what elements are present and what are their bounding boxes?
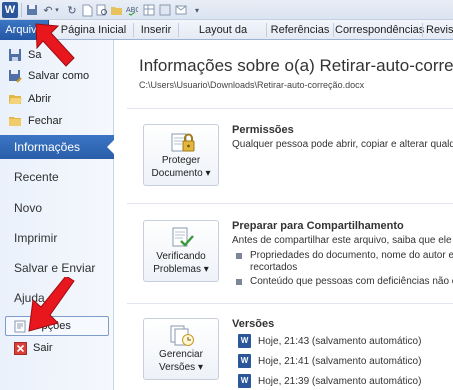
protect-document-line1: Proteger: [161, 155, 201, 166]
open-command[interactable]: Abrir: [8, 90, 51, 108]
exit-command[interactable]: Sair: [14, 339, 53, 357]
redo-icon[interactable]: ↻: [65, 2, 79, 18]
bullet-text-line1: Propriedades do documento, nome do autor…: [250, 250, 453, 261]
protect-document-label: Proteger Documento ▾: [144, 154, 218, 180]
info-panel: Informações sobre o(a) Retirar-auto-corr…: [115, 40, 453, 390]
backstage-nav: Sa Salvar como Abrir Fechar Informações …: [0, 40, 115, 390]
options-command[interactable]: Opções: [14, 317, 71, 335]
options-icon: [14, 320, 27, 333]
nav-item-novo[interactable]: Novo: [0, 196, 114, 220]
bullet: [236, 253, 242, 259]
divider: [127, 303, 453, 304]
permissions-text: Qualquer pessoa pode abrir, copiar e alt…: [232, 139, 453, 150]
close-command-label: Fechar: [28, 115, 63, 127]
save-as-icon: [8, 69, 22, 83]
open-command-label: Abrir: [28, 93, 52, 105]
tab-inserir[interactable]: Inserir: [135, 20, 177, 40]
tab-referencias[interactable]: Referências: [268, 20, 332, 40]
version-label: Hoje, 21:39 (salvamento automático): [258, 375, 422, 387]
tab-pagina-inicial[interactable]: Página Inicial: [55, 20, 132, 40]
title-bar: W ↶ ▾ ↻ ABC ▾: [0, 0, 453, 20]
close-command[interactable]: Fechar: [8, 112, 62, 130]
check-for-issues-line2: Problemas ▾: [153, 264, 209, 275]
bullet-text: Conteúdo que pessoas com deficiências nã…: [250, 276, 453, 287]
tab-correspondencias[interactable]: Correspondências: [335, 20, 424, 40]
options-command-label: Opções: [33, 320, 71, 332]
divider: [127, 203, 453, 204]
bullet-text: Propriedades do documento, nome do autor…: [250, 250, 453, 274]
versions-heading: Versões: [232, 318, 275, 330]
manage-versions-button[interactable]: Gerenciar Versões ▾: [143, 318, 219, 380]
bullet: [236, 279, 242, 285]
envelope-icon[interactable]: [174, 2, 188, 18]
nav-item-recente[interactable]: Recente: [0, 165, 114, 189]
tab-separator: [266, 23, 267, 37]
nav-item-informacoes[interactable]: Informações: [0, 135, 115, 159]
version-item[interactable]: W Hoje, 21:41 (salvamento automático): [238, 353, 421, 369]
lock-icon: [169, 131, 195, 153]
save-icon: [8, 48, 22, 62]
nav-item-ajuda[interactable]: Ajuda: [0, 286, 114, 310]
version-label: Hoje, 21:43 (salvamento automático): [258, 335, 422, 347]
versions-icon: [169, 325, 195, 347]
save-command[interactable]: Sa: [8, 46, 41, 64]
tab-separator: [333, 23, 334, 37]
save-icon[interactable]: [25, 2, 39, 18]
manage-versions-line1: Gerenciar: [159, 349, 203, 360]
version-label: Hoje, 21:41 (salvamento automático): [258, 355, 422, 367]
spelling-icon[interactable]: ABC: [125, 2, 139, 18]
chevron-down-icon[interactable]: ▾: [53, 2, 61, 18]
manage-versions-label: Gerenciar Versões ▾: [144, 348, 218, 374]
word-document-icon: W: [238, 374, 251, 388]
nav-item-salvar-e-enviar[interactable]: Salvar e Enviar: [0, 256, 114, 280]
check-document-icon: [169, 227, 195, 249]
save-command-label: Sa: [28, 49, 42, 61]
format-icon[interactable]: [158, 2, 172, 18]
bullet-text-line2: recortados: [250, 262, 298, 273]
protect-document-button[interactable]: Proteger Documento ▾: [143, 124, 219, 186]
open-folder-icon: [8, 92, 22, 106]
ribbon-tabs: Arquivo Página Inicial Inserir Layout da…: [0, 20, 453, 56]
toolbar-separator: [21, 3, 22, 17]
tab-layout-da-pagina[interactable]: Layout da Página: [181, 20, 265, 56]
open-icon[interactable]: [110, 2, 124, 18]
tab-arquivo[interactable]: Arquivo: [0, 20, 49, 40]
word-document-icon: W: [238, 334, 251, 348]
tab-separator: [422, 23, 423, 37]
save-as-command[interactable]: Salvar como: [8, 67, 89, 85]
print-preview-icon[interactable]: [95, 2, 109, 18]
tab-separator: [133, 23, 134, 37]
check-for-issues-label: Verificando Problemas ▾: [144, 250, 218, 276]
save-as-command-label: Salvar como: [28, 70, 90, 82]
permissions-heading: Permissões: [232, 124, 294, 136]
manage-versions-line2: Versões ▾: [159, 362, 203, 373]
version-item[interactable]: W Hoje, 21:39 (salvamento automático): [238, 373, 421, 389]
word-logo-icon[interactable]: W: [2, 2, 18, 18]
exit-command-label: Sair: [33, 342, 53, 354]
page-title: Informações sobre o(a) Retirar-auto-corr…: [139, 56, 453, 75]
version-item[interactable]: W Hoje, 21:43 (salvamento automático): [238, 333, 421, 349]
file-path: C:\Users\Usuario\Downloads\Retirar-auto-…: [139, 80, 365, 90]
new-doc-icon[interactable]: [80, 2, 94, 18]
exit-icon: [14, 341, 27, 355]
tab-revisao[interactable]: Revisão: [426, 20, 453, 40]
draw-table-icon[interactable]: [142, 2, 156, 18]
close-folder-icon: [8, 114, 22, 128]
divider: [127, 108, 453, 109]
prepare-sharing-heading: Preparar para Compartilhamento: [232, 220, 404, 232]
word-document-icon: W: [238, 354, 251, 368]
check-for-issues-button[interactable]: Verificando Problemas ▾: [143, 220, 219, 282]
svg-text:ABC: ABC: [126, 7, 138, 14]
protect-document-line2: Documento ▾: [151, 168, 211, 179]
check-for-issues-line1: Verificando: [156, 251, 206, 262]
tab-separator: [178, 23, 179, 37]
nav-item-imprimir[interactable]: Imprimir: [0, 226, 114, 250]
customize-menu-icon[interactable]: ▾: [190, 2, 204, 18]
prepare-sharing-text: Antes de compartilhar este arquivo, saib…: [232, 235, 453, 246]
